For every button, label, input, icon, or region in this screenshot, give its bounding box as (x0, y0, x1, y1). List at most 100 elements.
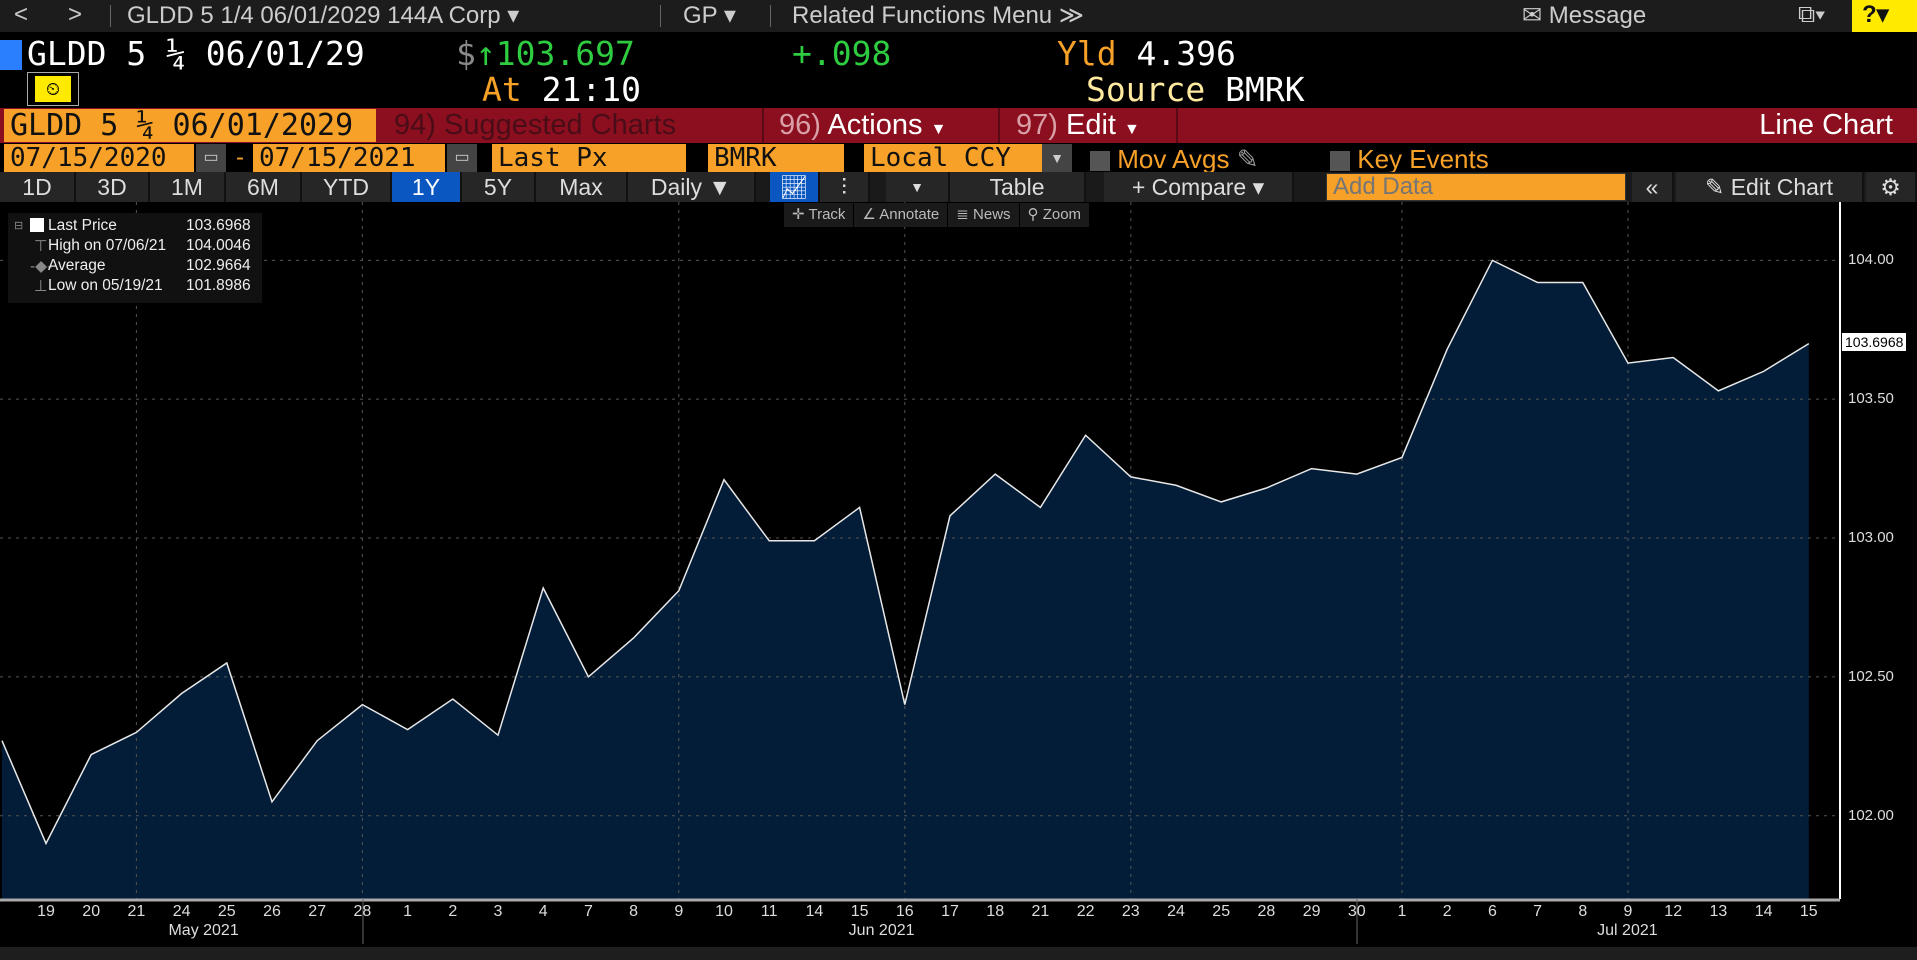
legend-label: Average (48, 257, 106, 274)
x-tick-label: 15 (850, 903, 869, 920)
suggested-charts-button[interactable]: 94) Suggested Charts (382, 108, 760, 143)
period-1y[interactable]: 1Y (392, 172, 462, 202)
field-input[interactable]: Last Px (492, 144, 686, 172)
bar-chart-icon[interactable]: ⫶ (820, 172, 870, 202)
security-title: GLDD 5 ¼ 06/01/29 (27, 34, 365, 73)
x-tick-label: 9 (674, 903, 684, 920)
y-tick-label: 102.00 (1848, 806, 1894, 824)
related-functions-menu[interactable]: Related Functions Menu ≫ (792, 1, 1084, 30)
period-1m[interactable]: 1M (150, 172, 226, 202)
source-label: Source (1086, 70, 1206, 109)
calendar-icon[interactable]: ▭ (196, 144, 226, 172)
news-tool[interactable]: ≣ News (948, 203, 1020, 227)
yield-value: 4.396 (1136, 34, 1236, 73)
window-icon[interactable]: ⧉▾ (1798, 1, 1825, 29)
monitor-button[interactable]: ⏲ (27, 72, 79, 106)
date-range-dash: - (236, 144, 244, 171)
period-3d[interactable]: 3D (76, 172, 150, 202)
help-button[interactable]: ?▾ (1852, 0, 1917, 32)
pencil-icon[interactable]: ✎ (1237, 144, 1259, 174)
y-tick-label: 102.50 (1848, 667, 1894, 685)
end-date-input[interactable]: 07/15/2021 (253, 144, 445, 172)
x-tick-label: 19 (37, 903, 55, 920)
price-chart[interactable] (0, 202, 1917, 960)
low-marker-icon: ⊥ (34, 278, 48, 295)
track-tool[interactable]: ✛ Track (784, 203, 855, 227)
period-5y[interactable]: 5Y (462, 172, 536, 202)
x-tick-label: 2 (448, 903, 458, 920)
last-price-label: 103.6968 (1842, 332, 1907, 351)
actions-menu[interactable]: 96) Actions ▼ (762, 108, 1000, 143)
x-tick-label: 1 (1397, 903, 1407, 920)
security-selector[interactable]: GLDD 5 1/4 06/01/2029 144A Corp ▾ (127, 1, 519, 30)
chart-tools: ✛ Track ∠ Annotate ≣ News ⚲ Zoom (784, 203, 1090, 227)
x-tick-label: 12 (1664, 903, 1683, 920)
gear-icon[interactable]: ⚙ (1866, 172, 1917, 202)
frequency-select[interactable]: Daily ▼ (628, 172, 756, 202)
line-chart-icon[interactable]: 📈︎ (770, 172, 820, 202)
chart-legend: ⊟ Last Price 103.6968 ⊤ High on 07/06/21… (8, 213, 262, 303)
forward-button[interactable]: > (68, 1, 82, 29)
x-tick-label: 22 (1076, 903, 1095, 920)
yield: Yld 4.396 (1057, 34, 1236, 73)
annotate-tool[interactable]: ∠ Annotate (854, 203, 949, 227)
zoom-tool[interactable]: ⚲ Zoom (1020, 203, 1090, 227)
x-tick-label: 4 (538, 903, 548, 920)
checkbox[interactable] (1330, 151, 1350, 172)
source: Source BMRK (1086, 70, 1305, 109)
calendar-icon[interactable]: ▭ (447, 144, 477, 172)
back-button[interactable]: < (14, 1, 28, 29)
period-ytd[interactable]: YTD (302, 172, 392, 202)
mov-avgs-toggle[interactable]: Mov Avgs ✎ (1090, 144, 1259, 175)
price-quote: $↑103.697 (456, 34, 635, 73)
x-tick-label: 17 (941, 903, 959, 920)
chevron-down-icon[interactable]: ▼ (1042, 144, 1072, 172)
security-input[interactable]: GLDD 5 ¼ 06/01/2029 (4, 109, 376, 142)
speedometer-icon: ⏲ (35, 76, 71, 102)
period-max[interactable]: Max (536, 172, 628, 202)
x-tick-label: 8 (629, 903, 639, 920)
start-date-input[interactable]: 07/15/2020 (4, 144, 194, 172)
x-tick-label: 10 (715, 903, 733, 920)
collapse-button[interactable]: « (1632, 172, 1674, 202)
x-tick-label: 27 (308, 903, 327, 920)
legend-value: 104.0046 (186, 237, 251, 254)
month-label: Jun 2021 (848, 922, 915, 939)
edit-menu[interactable]: 97) Edit ▼ (1002, 108, 1178, 143)
x-tick-label: 11 (760, 903, 778, 920)
collapse-icon[interactable]: ⊟ (14, 219, 23, 232)
x-tick-label: 30 (1347, 903, 1366, 920)
x-tick-label: 14 (805, 903, 824, 920)
y-tick-label: 103.50 (1848, 390, 1894, 408)
add-data-input[interactable] (1326, 173, 1626, 201)
pricing-source-input[interactable]: BMRK (708, 144, 844, 172)
checkbox[interactable] (1090, 151, 1110, 172)
divider (110, 5, 111, 27)
news-label: News (973, 206, 1011, 223)
x-tick-label: 14 (1754, 903, 1773, 920)
x-tick-label: 25 (217, 903, 236, 920)
x-tick-label: 6 (1487, 903, 1497, 920)
period-1d[interactable]: 1D (0, 172, 76, 202)
x-tick-label: 21 (1031, 903, 1050, 920)
table-button[interactable]: Table (950, 172, 1086, 202)
message-button[interactable]: ✉ Message (1522, 1, 1646, 30)
at-label: At (482, 70, 522, 109)
time-value: 21:10 (541, 70, 641, 109)
x-tick-label: 25 (1212, 903, 1231, 920)
compare-button[interactable]: + Compare ▾ (1104, 172, 1294, 202)
period-6m[interactable]: 6M (226, 172, 302, 202)
chart-type-dropdown[interactable]: ▼ (886, 172, 950, 202)
key-events-label: Key Events (1357, 144, 1489, 174)
y-tick-label: 103.00 (1848, 529, 1894, 546)
legend-label: High on 07/06/21 (48, 237, 167, 254)
edit-chart-button[interactable]: ✎ Edit Chart (1676, 172, 1864, 202)
high-marker-icon: ⊤ (34, 238, 48, 255)
currency-select[interactable]: Local CCY (864, 144, 1042, 172)
key-events-toggle[interactable]: Key Events (1330, 144, 1489, 175)
gp-selector[interactable]: GP ▾ (683, 1, 736, 30)
legend-label: Low on 05/19/21 (48, 277, 163, 294)
x-tick-label: 7 (1533, 903, 1543, 920)
x-tick-label: 23 (1121, 903, 1140, 920)
gp-label: GP (683, 2, 718, 29)
